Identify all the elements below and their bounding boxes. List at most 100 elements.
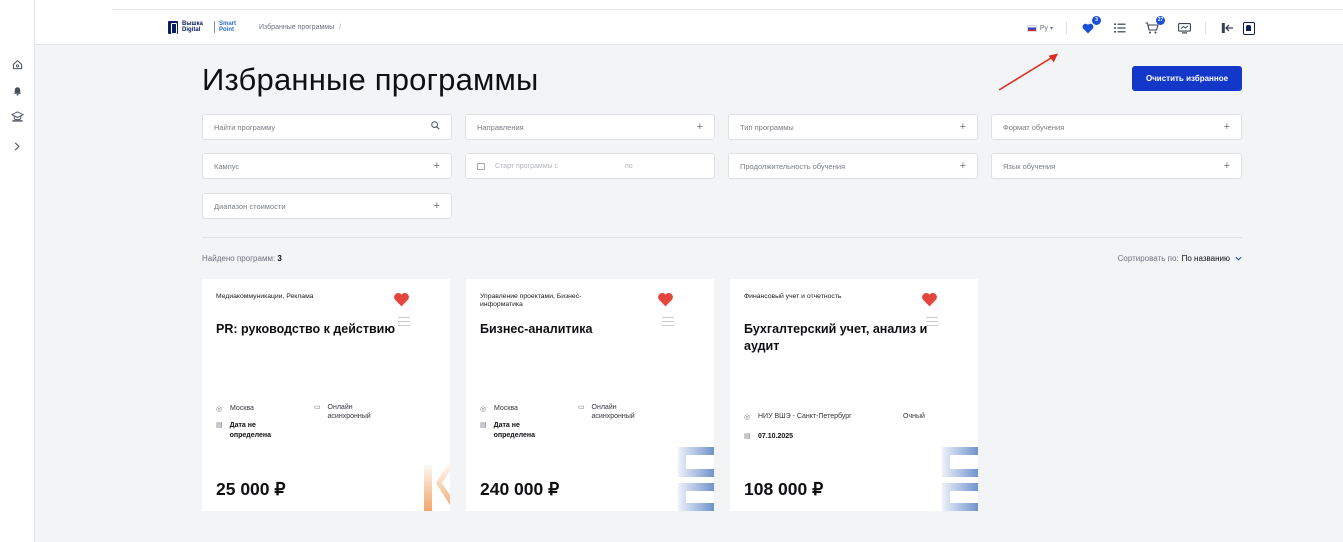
favorites-heart-icon[interactable]: 3 [1080,16,1101,36]
card-format-text: Онлайн асинхронный [591,404,635,420]
logo-mark-icon [168,20,178,34]
logout-icon[interactable] [1219,20,1235,36]
breadcrumb-separator: / [339,24,342,31]
filter-campus[interactable]: Кампус + [202,153,452,179]
chevron-down-icon[interactable]: ▾ [1050,25,1053,32]
filter-program-type-label: Тип программы [740,122,794,132]
filter-start-date[interactable]: Старт программы с по [465,153,715,179]
filter-price-range-label: Диапазон стоимости [214,201,286,211]
card-location: ◎ Москва [216,405,254,413]
card-location-text: НИУ ВШЭ - Санкт-Петербург [758,413,852,420]
filter-directions[interactable]: Направления + [465,114,715,140]
card-price: 240 000 ₽ [480,479,560,499]
location-pin-icon: ◎ [744,414,751,421]
start-date-to[interactable]: по [625,163,633,170]
card-date: ▤ Дата не определена [480,421,560,441]
card-decoration [678,447,714,511]
card-decoration [424,461,450,511]
favorite-heart-icon[interactable] [393,292,411,308]
cart-icon[interactable]: 27 [1144,16,1165,36]
header-divider-1 [1066,21,1067,35]
results-count: Найдено программ: 3 [202,254,282,263]
card-location-text: Москва [494,405,518,412]
left-sidebar [0,0,35,542]
logo[interactable]: Вышка Digital Smart Point [168,20,241,34]
program-card[interactable]: Управление проектами, Бизнес-информатика… [466,279,714,511]
calendar-icon: ▤ [480,422,487,429]
education-icon[interactable] [9,108,25,124]
header-actions: Ру ▾ 3 27 [1026,16,1255,38]
breadcrumb: Избранные программы / [259,24,341,31]
calendar-icon: ▤ [216,422,223,429]
plus-icon[interactable]: + [1224,121,1230,133]
card-format: ▭ Онлайн асинхронный [314,403,394,421]
card-format-text: Очный [903,413,925,420]
language-selector[interactable]: Ру [1040,25,1048,32]
card-date-text: Дата не определена [229,422,271,439]
card-location: ◎ НИУ ВШЭ - Санкт-Петербург [744,413,852,421]
plus-icon[interactable]: + [1224,160,1230,172]
filter-campus-label: Кампус [214,161,240,171]
plus-icon[interactable]: + [960,160,966,172]
card-title[interactable]: PR: руководство к действию [216,321,416,338]
card-category: Медиакоммуникации, Реклама [216,293,314,300]
filter-price-range[interactable]: Диапазон стоимости + [202,193,452,219]
card-date-text: Дата не определена [493,422,535,439]
russia-flag-icon[interactable] [1026,24,1037,32]
filter-format[interactable]: Формат обучения + [991,114,1242,140]
breadcrumb-current[interactable]: Избранные программы [259,24,334,31]
monitor-icon[interactable] [1176,20,1192,36]
clear-favorites-button[interactable]: Очистить избранное [1132,66,1242,91]
program-card[interactable]: Медиакоммуникации, Реклама PR: руководст… [202,279,450,511]
filter-format-label: Формат обучения [1003,122,1065,132]
favorites-badge: 3 [1092,16,1101,25]
comparison-list-icon[interactable] [1112,20,1128,36]
plus-icon[interactable]: + [697,121,703,133]
results-count-label: Найдено программ: [202,254,276,263]
card-decoration [942,447,978,511]
calendar-icon: ▤ [744,433,751,440]
card-date: ▤ Дата не определена [216,421,296,441]
card-location-text: Москва [230,405,254,412]
card-price: 108 000 ₽ [744,479,824,499]
page-title: Избранные программы [202,62,539,97]
bell-icon[interactable] [9,82,25,98]
logo-subtext: Smart Point [219,21,237,33]
calendar-icon[interactable] [477,162,485,170]
results-count-value: 3 [277,254,282,263]
location-pin-icon: ◎ [480,406,487,413]
filter-duration[interactable]: Продолжительность обучения + [728,153,978,179]
logo-divider [214,21,215,33]
program-card[interactable]: Финансовый учет и отчетность Бухгалтерск… [730,279,978,511]
search-icon[interactable] [431,121,440,133]
plus-icon[interactable]: + [960,121,966,133]
filter-program-type[interactable]: Тип программы + [728,114,978,140]
search-field[interactable] [202,114,452,140]
home-icon[interactable] [9,56,25,72]
filter-language-label: Язык обучения [1003,161,1056,171]
card-title[interactable]: Бухгалтерский учет, анализ и аудит [744,321,944,355]
card-location: ◎ Москва [480,405,518,413]
favorite-heart-icon[interactable] [657,292,675,308]
chat-icon: ▭ [578,404,585,411]
user-avatar-icon[interactable] [1243,21,1255,35]
filter-language[interactable]: Язык обучения + [991,153,1242,179]
search-input[interactable] [214,122,414,132]
plus-icon[interactable]: + [434,160,440,172]
plus-icon[interactable]: + [434,200,440,212]
cart-badge: 27 [1156,16,1165,25]
card-format: Очный [903,413,925,420]
card-price: 25 000 ₽ [216,479,286,499]
sort-control[interactable]: Сортировать по: По названию [1118,254,1242,263]
filter-directions-label: Направления [477,122,524,132]
sort-value[interactable]: По названию [1182,254,1230,263]
chevron-right-icon[interactable] [9,138,25,154]
card-category: Финансовый учет и отчетность [744,293,842,300]
card-category: Управление проектами, Бизнес-информатика [480,293,582,308]
chat-icon: ▭ [314,404,321,411]
chevron-down-icon[interactable] [1235,254,1242,263]
annotation-arrow [998,53,1058,91]
start-date-from[interactable]: Старт программы с [495,163,625,170]
card-title[interactable]: Бизнес-аналитика [480,321,680,338]
favorite-heart-icon[interactable] [921,292,939,308]
